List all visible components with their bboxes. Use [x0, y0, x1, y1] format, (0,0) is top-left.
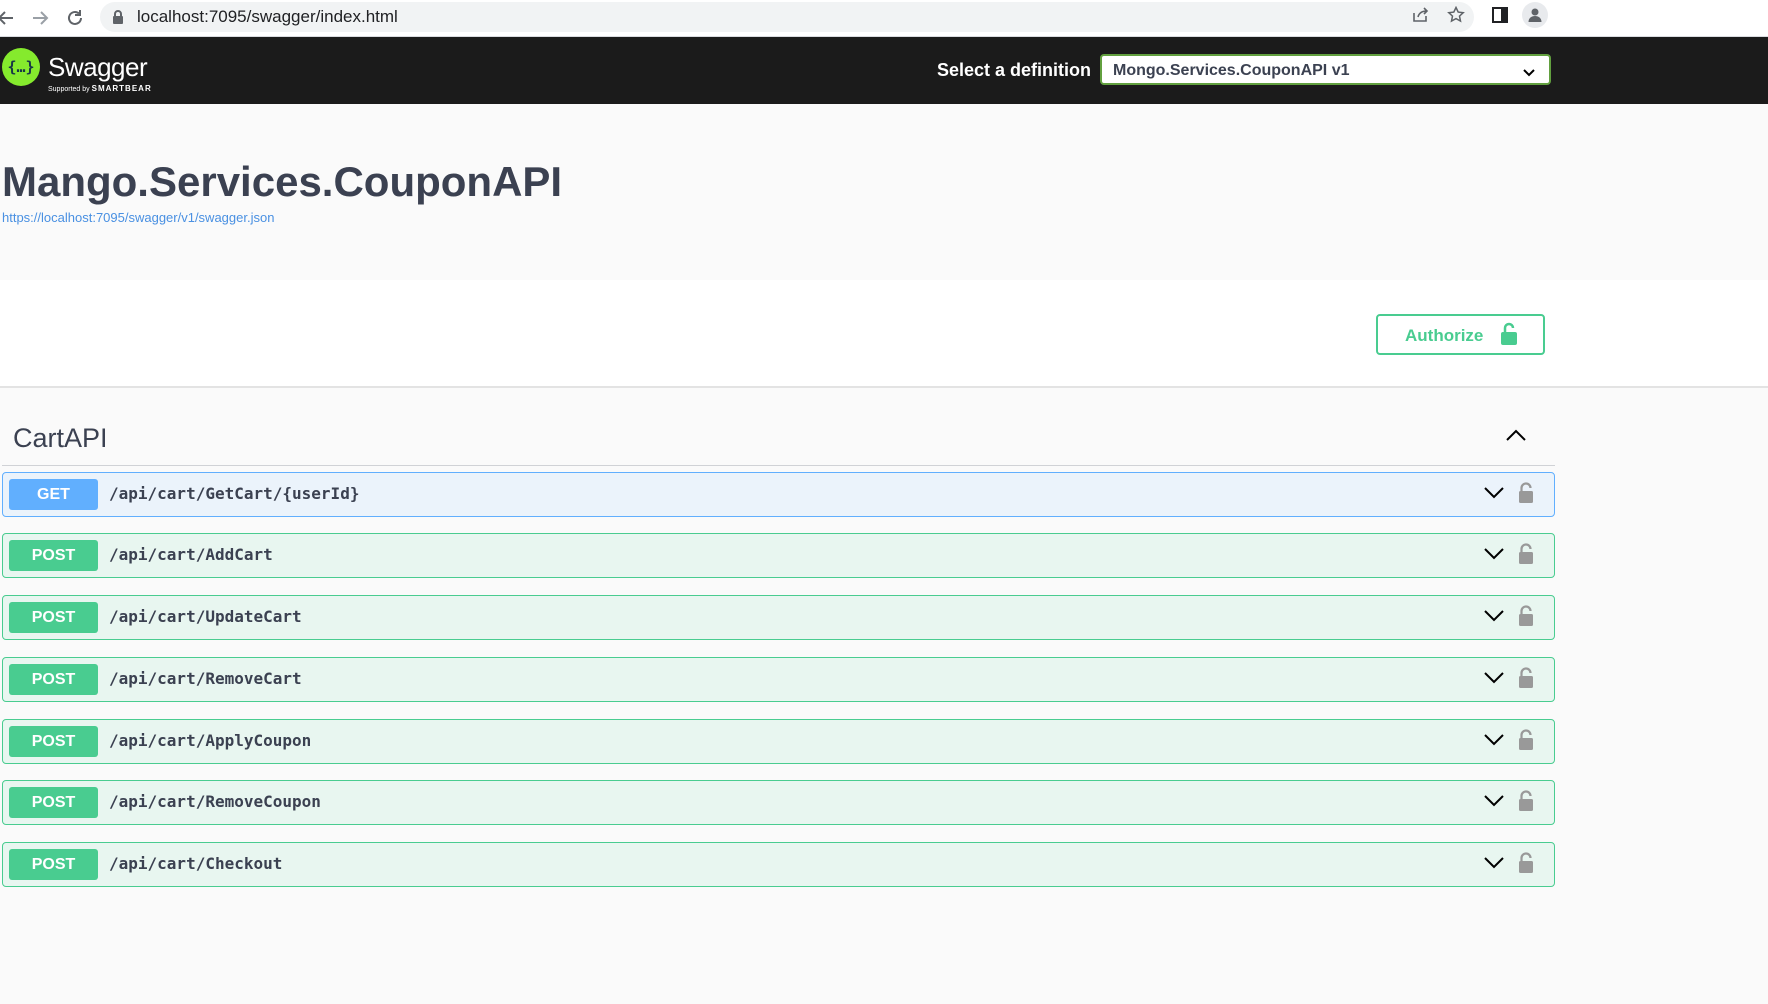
chevron-down-icon[interactable] — [1483, 671, 1505, 690]
swagger-logo-icon[interactable]: {…} — [2, 48, 40, 86]
definition-select[interactable]: Mongo.Services.CouponAPI v1 — [1100, 54, 1551, 85]
chevron-down-icon[interactable] — [1483, 547, 1505, 566]
chevron-down-icon[interactable] — [1483, 733, 1505, 752]
reload-icon[interactable] — [63, 6, 87, 30]
logo-sub-prefix: Supported by — [48, 86, 90, 93]
operation-path: /api/cart/RemoveCoupon — [109, 792, 321, 811]
logo-sub-brand: SMARTBEAR — [91, 84, 152, 93]
operation-path: /api/cart/GetCart/{userId} — [109, 484, 360, 503]
authorize-label: Authorize — [1405, 326, 1484, 345]
lock-icon[interactable] — [1518, 482, 1534, 509]
method-badge: POST — [9, 664, 98, 695]
lock-icon[interactable] — [1518, 667, 1534, 694]
chevron-up-icon[interactable] — [1505, 428, 1527, 447]
lock-icon[interactable] — [1518, 790, 1534, 817]
lock-icon[interactable] — [1518, 852, 1534, 879]
method-badge: POST — [9, 726, 98, 757]
operation-get-cart[interactable]: GET /api/cart/GetCart/{userId} — [2, 472, 1555, 517]
operation-apply-coupon[interactable]: POST /api/cart/ApplyCoupon — [2, 719, 1555, 764]
swagger-json-link[interactable]: https://localhost:7095/swagger/v1/swagge… — [2, 210, 274, 225]
star-icon[interactable] — [1446, 5, 1466, 25]
share-icon[interactable] — [1411, 5, 1431, 25]
operation-remove-cart[interactable]: POST /api/cart/RemoveCart — [2, 657, 1555, 702]
method-badge: POST — [9, 540, 98, 571]
back-arrow-icon[interactable] — [0, 6, 18, 30]
address-bar[interactable]: localhost:7095/swagger/index.html — [100, 2, 1474, 32]
select-definition-label: Select a definition — [937, 60, 1092, 80]
operation-add-cart[interactable]: POST /api/cart/AddCart — [2, 533, 1555, 578]
definition-select-value: Mongo.Services.CouponAPI v1 — [1113, 62, 1350, 79]
api-title: Mango.Services.CouponAPI — [2, 158, 563, 205]
unlock-icon — [1500, 322, 1518, 351]
swagger-logo-subtitle: Supported by SMARTBEAR — [48, 84, 152, 93]
lock-icon[interactable] — [1518, 543, 1534, 570]
lock-icon[interactable] — [1518, 729, 1534, 756]
api-info: Mango.Services.CouponAPI https://localho… — [0, 104, 1768, 280]
operation-path: /api/cart/UpdateCart — [109, 607, 302, 626]
operation-path: /api/cart/ApplyCoupon — [109, 731, 312, 750]
operation-remove-coupon[interactable]: POST /api/cart/RemoveCoupon — [2, 780, 1555, 825]
swagger-topbar: {…} Swagger Supported by SMARTBEAR Selec… — [0, 37, 1768, 104]
forward-arrow-icon[interactable] — [28, 6, 52, 30]
method-badge: POST — [9, 849, 98, 880]
swagger-logo-text: Swagger — [48, 52, 148, 82]
authorize-button[interactable]: Authorize — [1376, 314, 1545, 355]
operation-checkout[interactable]: POST /api/cart/Checkout — [2, 842, 1555, 887]
browser-toolbar: localhost:7095/swagger/index.html — [0, 0, 1768, 37]
chevron-down-icon — [1523, 64, 1535, 82]
address-url: localhost:7095/swagger/index.html — [137, 7, 398, 26]
operation-update-cart[interactable]: POST /api/cart/UpdateCart — [2, 595, 1555, 640]
method-badge: GET — [9, 479, 98, 510]
method-badge: POST — [9, 602, 98, 633]
operation-path: /api/cart/RemoveCart — [109, 669, 302, 688]
operation-path: /api/cart/Checkout — [109, 854, 283, 873]
method-badge: POST — [9, 787, 98, 818]
chevron-down-icon[interactable] — [1483, 609, 1505, 628]
operation-path: /api/cart/AddCart — [109, 545, 273, 564]
chevron-down-icon[interactable] — [1483, 856, 1505, 875]
chevron-down-icon[interactable] — [1483, 794, 1505, 813]
scheme-container: Authorize — [0, 280, 1768, 388]
tag-name: CartAPI — [13, 423, 108, 453]
chevron-down-icon[interactable] — [1483, 486, 1505, 505]
lock-icon[interactable] — [1518, 605, 1534, 632]
profile-avatar-icon[interactable] — [1522, 2, 1548, 28]
lock-icon — [112, 10, 124, 29]
tag-section-header[interactable]: CartAPI — [2, 410, 1555, 466]
side-panel-icon[interactable] — [1490, 5, 1510, 25]
